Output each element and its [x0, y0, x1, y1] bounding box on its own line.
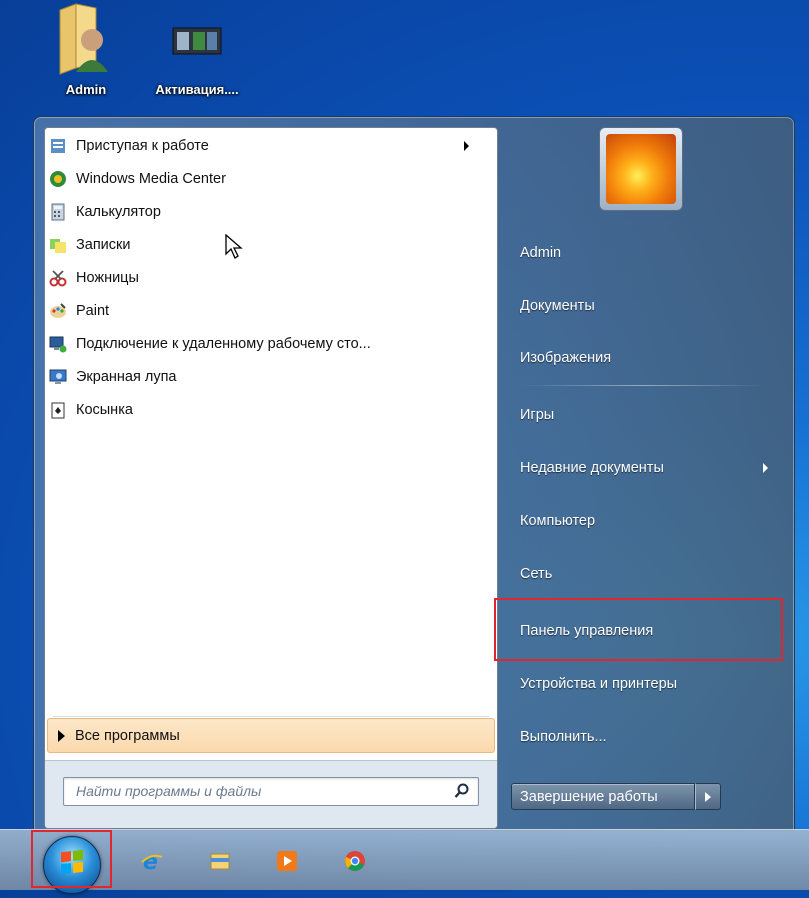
mouse-cursor-icon [225, 233, 245, 267]
menu-item-label: Сеть [520, 566, 553, 582]
all-programs-label: Все программы [75, 727, 180, 744]
all-programs-arrow-icon [58, 729, 65, 742]
menu-item-pictures[interactable]: Изображения [520, 343, 790, 373]
svg-text:e: e [143, 850, 158, 873]
menu-item-documents[interactable]: Документы [520, 291, 790, 321]
desktop-icon-label: Admin [65, 82, 107, 97]
menu-item-label: Документы [520, 298, 595, 314]
program-magnifier[interactable]: Экранная лупа [49, 362, 489, 392]
program-sticky-notes[interactable]: Записки [49, 230, 489, 260]
program-label: Подключение к удаленному рабочему сто... [76, 336, 371, 352]
program-label: Косынка [76, 402, 133, 418]
menu-item-label: Устройства и принтеры [520, 676, 678, 692]
program-label: Калькулятор [76, 204, 161, 220]
program-snipping-tool[interactable]: Ножницы [49, 263, 489, 293]
magnifier-icon [49, 368, 67, 386]
menu-item-label: Недавние документы [520, 460, 664, 476]
program-remote-desktop[interactable]: Подключение к удаленному рабочему сто... [49, 329, 489, 359]
internet-explorer-icon[interactable]: e [140, 849, 164, 875]
desktop-icon-admin[interactable]: Admin [46, 0, 126, 97]
separator [53, 716, 489, 717]
flower-avatar-icon [606, 134, 676, 204]
search-input[interactable] [74, 782, 438, 800]
program-media-center[interactable]: Windows Media Center [49, 164, 489, 194]
program-label: Ножницы [76, 270, 139, 286]
start-menu: Приступая к работе Windows Media Center … [33, 116, 795, 831]
getting-started-icon [49, 137, 67, 155]
media-center-icon [49, 170, 67, 188]
chrome-icon[interactable] [343, 849, 367, 873]
menu-item-network[interactable]: Сеть [520, 559, 790, 589]
user-picture[interactable] [599, 127, 683, 211]
menu-item-devices-printers[interactable]: Устройства и принтеры [520, 669, 790, 699]
calculator-icon [49, 203, 67, 221]
program-paint[interactable]: Paint [49, 296, 489, 326]
program-label: Приступая к работе [76, 138, 209, 154]
desktop-icon-label: Активация.... [155, 82, 239, 97]
program-label: Windows Media Center [76, 171, 226, 187]
menu-item-label: Игры [520, 407, 555, 423]
shutdown-label: Завершение работы [520, 789, 658, 805]
menu-item-games[interactable]: Игры [520, 400, 790, 430]
remote-desktop-icon [49, 335, 67, 353]
menu-item-label: Выполнить... [520, 729, 607, 745]
activation-shortcut-icon [147, 0, 247, 82]
highlight-start-button [31, 830, 112, 888]
snipping-tool-icon [49, 269, 67, 287]
submenu-arrow-icon [763, 463, 768, 473]
all-programs-button[interactable]: Все программы [47, 718, 495, 753]
separator [520, 385, 766, 386]
menu-item-run[interactable]: Выполнить... [520, 722, 790, 752]
search-area [45, 760, 497, 828]
menu-item-label: Компьютер [520, 513, 596, 529]
search-box[interactable] [63, 777, 479, 806]
search-icon[interactable] [454, 783, 470, 799]
shutdown-button[interactable]: Завершение работы [511, 783, 695, 810]
shutdown-options-button[interactable] [695, 783, 721, 810]
submenu-arrow-icon [464, 141, 469, 151]
solitaire-icon [49, 401, 67, 419]
sticky-notes-icon [49, 236, 67, 254]
taskbar: e [0, 829, 809, 894]
menu-item-computer[interactable]: Компьютер [520, 506, 790, 536]
program-calculator[interactable]: Калькулятор [49, 197, 489, 227]
menu-item-label: Изображения [520, 350, 612, 366]
program-getting-started[interactable]: Приступая к работе [49, 131, 489, 161]
user-folder-icon [46, 0, 126, 82]
media-player-icon[interactable] [275, 849, 299, 873]
highlight-control-panel [494, 598, 783, 661]
program-solitaire[interactable]: Косынка [49, 395, 489, 425]
program-label: Записки [76, 237, 131, 253]
program-label: Paint [76, 303, 110, 319]
programs-pane: Приступая к работе Windows Media Center … [44, 127, 498, 829]
explorer-icon[interactable] [208, 849, 232, 873]
menu-item-label: Admin [520, 245, 562, 261]
menu-item-admin[interactable]: Admin [520, 238, 790, 268]
menu-item-recent-documents[interactable]: Недавние документы [520, 453, 790, 483]
paint-icon [49, 302, 67, 320]
program-label: Экранная лупа [76, 369, 177, 385]
desktop-icon-activation[interactable]: Активация.... [147, 0, 247, 97]
chevron-right-icon [705, 792, 711, 802]
